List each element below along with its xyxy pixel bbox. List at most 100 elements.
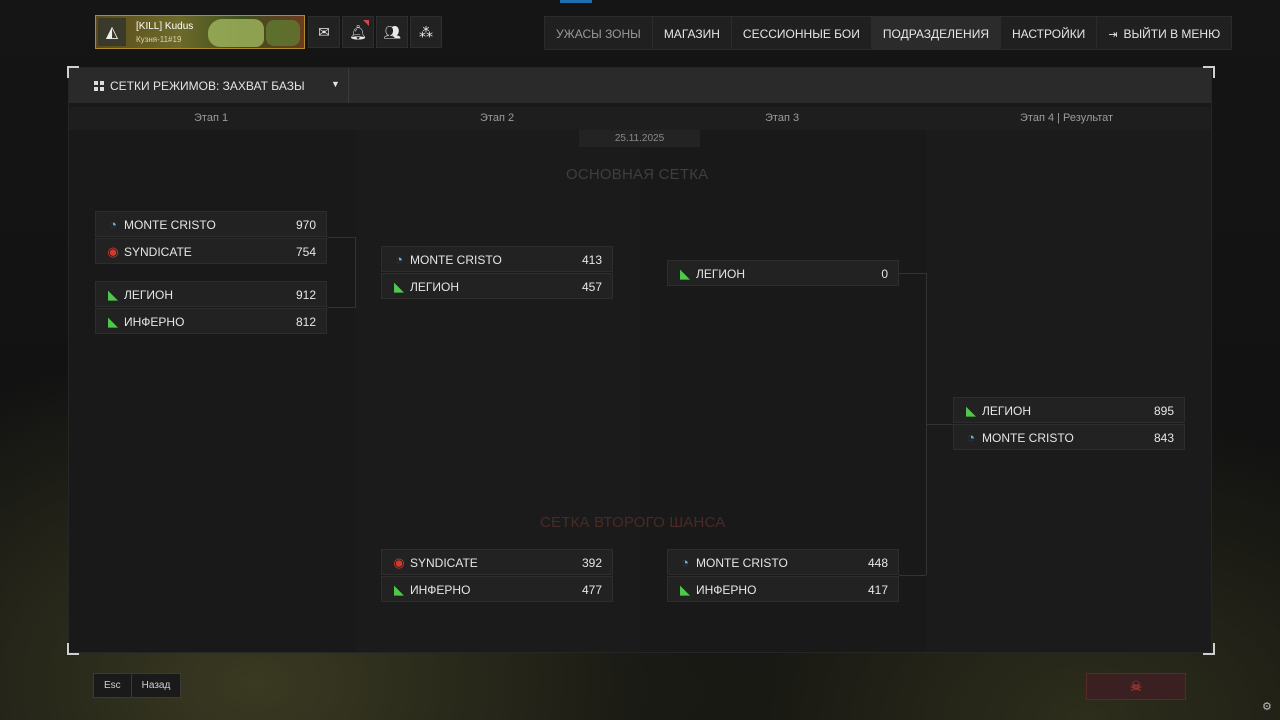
match-row: ◣ ЛЕГИОН 0 bbox=[667, 260, 899, 286]
stage-header: Этап 1 Этап 2 Этап 3 Этап 4 | Результат bbox=[69, 107, 1211, 130]
chevron-down-icon: ▼ bbox=[331, 79, 340, 89]
monte-cristo-icon: ◔ bbox=[395, 252, 403, 267]
match-row: ◔ MONTE CRISTO 448 bbox=[667, 549, 899, 575]
stage-1-label: Этап 1 bbox=[194, 112, 229, 124]
team-score: 413 bbox=[581, 253, 602, 267]
match-row: ◣ ЛЕГИОН 895 bbox=[953, 397, 1185, 423]
team-name: ЛЕГИОН bbox=[410, 280, 460, 294]
team-score: 843 bbox=[1153, 431, 1174, 445]
match-stage2-1[interactable]: ◔ MONTE CRISTO 413 ◣ ЛЕГИОН 457 bbox=[381, 246, 613, 300]
match-row: ◣ ЛЕГИОН 457 bbox=[381, 273, 613, 299]
match-row: ◉ SYNDICATE 392 bbox=[381, 549, 613, 575]
stage-2-label: Этап 2 bbox=[480, 112, 515, 124]
exit-icon: ⇥ bbox=[1108, 29, 1118, 41]
team-score: 417 bbox=[867, 583, 888, 597]
main-menu: УЖАСЫ ЗОНЫ МАГАЗИН СЕССИОННЫЕ БОИ ПОДРАЗ… bbox=[544, 16, 1233, 50]
top-bar: ◭ [KILL] Kudus Кузня-11#19 ✉ 🔔︎ 👥︎ ⁂ УЖА… bbox=[0, 0, 1280, 66]
team-name: MONTE CRISTO bbox=[124, 218, 216, 232]
legion-icon: ◣ bbox=[394, 279, 404, 294]
match-row: ◣ ИНФЕРНО 477 bbox=[381, 576, 613, 602]
match-row: ◔ MONTE CRISTO 843 bbox=[953, 424, 1185, 450]
grid-icon bbox=[94, 81, 104, 91]
menu-divisions[interactable]: ПОДРАЗДЕЛЕНИЯ bbox=[871, 16, 1001, 50]
monte-cristo-icon: ◔ bbox=[967, 430, 975, 445]
menu-session-battles[interactable]: СЕССИОННЫЕ БОИ bbox=[731, 16, 872, 50]
mode-selector-dropdown[interactable]: СЕТКИ РЕЖИМОВ: ЗАХВАТ БАЗЫ ▼ bbox=[69, 68, 349, 103]
close-button[interactable]: ☠ bbox=[1086, 673, 1186, 700]
mail-button[interactable]: ✉ bbox=[308, 16, 340, 48]
profile-card[interactable]: ◭ [KILL] Kudus Кузня-11#19 bbox=[95, 15, 305, 49]
bracket-connector bbox=[327, 307, 356, 308]
mode-bar: СЕТКИ РЕЖИМОВ: ЗАХВАТ БАЗЫ ▼ bbox=[69, 68, 1211, 103]
menu-exit-label: ВЫЙТИ В МЕНЮ bbox=[1123, 27, 1221, 41]
friends-icon: 👥︎ bbox=[383, 23, 401, 40]
menu-horrors[interactable]: УЖАСЫ ЗОНЫ bbox=[544, 16, 653, 50]
team-score: 912 bbox=[295, 288, 316, 302]
frame-corner bbox=[1203, 643, 1215, 655]
team-name: ИНФЕРНО bbox=[124, 315, 185, 329]
match-row: ◣ ИНФЕРНО 812 bbox=[95, 308, 327, 334]
match-stage3-1[interactable]: ◣ ЛЕГИОН 0 bbox=[667, 260, 899, 287]
match-lower-stage3[interactable]: ◔ MONTE CRISTO 448 ◣ ИНФЕРНО 417 bbox=[667, 549, 899, 603]
syndicate-icon: ◉ bbox=[393, 555, 405, 570]
main-bracket-title: ОСНОВНАЯ СЕТКА bbox=[566, 166, 709, 183]
team-name: MONTE CRISTO bbox=[982, 431, 1074, 445]
match-lower-stage2[interactable]: ◉ SYNDICATE 392 ◣ ИНФЕРНО 477 bbox=[381, 549, 613, 603]
team-name: ЛЕГИОН bbox=[124, 288, 174, 302]
team-score: 0 bbox=[881, 267, 888, 281]
syndicate-icon: ◉ bbox=[107, 244, 119, 259]
menu-exit[interactable]: ⇥ ВЫЙТИ В МЕНЮ bbox=[1097, 16, 1233, 50]
legion-icon: ◣ bbox=[966, 403, 976, 418]
legion-icon: ◣ bbox=[680, 266, 690, 281]
menu-settings[interactable]: НАСТРОЙКИ bbox=[1000, 16, 1098, 50]
match-stage1-2[interactable]: ◣ ЛЕГИОН 912 ◣ ИНФЕРНО 812 bbox=[95, 281, 327, 335]
inferno-icon: ◣ bbox=[108, 314, 118, 329]
clan-button[interactable]: ⁂ bbox=[410, 16, 442, 48]
team-score: 970 bbox=[295, 218, 316, 232]
monte-cristo-icon: ◔ bbox=[681, 555, 689, 570]
monte-cristo-icon: ◔ bbox=[109, 217, 117, 232]
team-score: 895 bbox=[1153, 404, 1174, 418]
team-score: 477 bbox=[581, 583, 602, 597]
bracket-connector bbox=[327, 237, 356, 238]
esc-key-hint: Esc bbox=[94, 674, 132, 697]
match-row: ◣ ЛЕГИОН 912 bbox=[95, 281, 327, 307]
avatar: ◭ bbox=[98, 18, 126, 46]
settings-icon[interactable]: ⚙ bbox=[1262, 700, 1272, 713]
inferno-icon: ◣ bbox=[394, 582, 404, 597]
bracket-connector bbox=[355, 237, 356, 308]
profile-name: [KILL] Kudus bbox=[136, 21, 194, 32]
team-name: ИНФЕРНО bbox=[696, 583, 757, 597]
stage-3-label: Этап 3 bbox=[765, 112, 800, 124]
profile-banner-art-2 bbox=[266, 20, 300, 46]
match-stage1-1[interactable]: ◔ MONTE CRISTO 970 ◉ SYNDICATE 754 bbox=[95, 211, 327, 265]
team-score: 812 bbox=[295, 315, 316, 329]
legion-icon: ◣ bbox=[108, 287, 118, 302]
clan-icon: ⁂ bbox=[419, 23, 433, 40]
stage-4-label: Этап 4 | Результат bbox=[1020, 112, 1114, 124]
inferno-icon: ◣ bbox=[680, 582, 690, 597]
team-name: SYNDICATE bbox=[410, 556, 478, 570]
team-name: MONTE CRISTO bbox=[696, 556, 788, 570]
match-final[interactable]: ◣ ЛЕГИОН 895 ◔ MONTE CRISTO 843 bbox=[953, 397, 1185, 451]
match-row: ◔ MONTE CRISTO 413 bbox=[381, 246, 613, 272]
bracket-connector bbox=[899, 273, 926, 274]
team-name: SYNDICATE bbox=[124, 245, 192, 259]
second-chance-bracket-title: СЕТКА ВТОРОГО ШАНСА bbox=[540, 514, 726, 531]
back-label: Назад bbox=[141, 680, 171, 691]
team-name: MONTE CRISTO bbox=[410, 253, 502, 267]
bracket-date: 25.11.2025 bbox=[579, 130, 700, 147]
back-button[interactable]: Esc Назад bbox=[93, 673, 182, 698]
profile-subtitle: Кузня-11#19 bbox=[136, 35, 182, 44]
team-name: ИНФЕРНО bbox=[410, 583, 471, 597]
team-score: 392 bbox=[581, 556, 602, 570]
team-score: 448 bbox=[867, 556, 888, 570]
bell-icon: 🔔︎ bbox=[349, 23, 367, 40]
stage-4-column bbox=[926, 130, 1211, 652]
team-score: 457 bbox=[581, 280, 602, 294]
notifications-button[interactable]: 🔔︎ bbox=[342, 16, 374, 48]
notification-dot bbox=[363, 20, 369, 26]
skull-icon: ☠ bbox=[1129, 678, 1143, 694]
menu-shop[interactable]: МАГАЗИН bbox=[652, 16, 732, 50]
friends-button[interactable]: 👥︎ bbox=[376, 16, 408, 48]
